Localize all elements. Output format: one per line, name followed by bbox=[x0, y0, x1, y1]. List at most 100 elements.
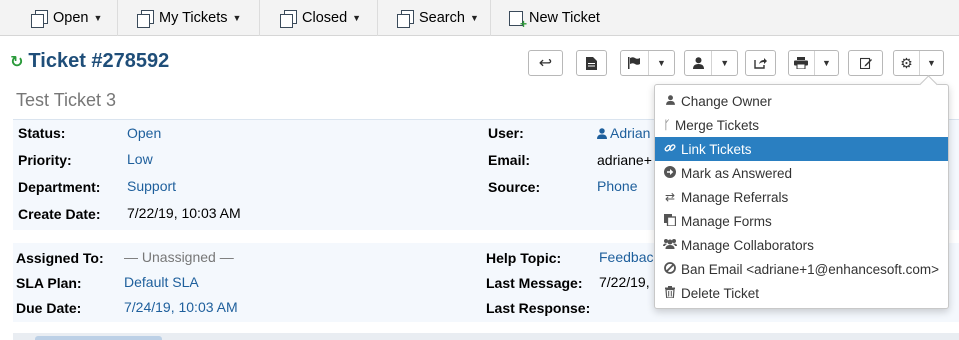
source-value[interactable]: Phone bbox=[597, 178, 637, 194]
menu-item-label: Merge Tickets bbox=[675, 117, 760, 133]
ticket-number[interactable]: Ticket #278592 bbox=[28, 50, 169, 73]
print-button[interactable]: ▼ bbox=[788, 50, 839, 76]
due-date-value[interactable]: 7/24/19, 10:03 AM bbox=[124, 299, 238, 315]
caret-down-icon: ▼ bbox=[232, 13, 242, 23]
menu-item-label: Manage Collaborators bbox=[681, 237, 814, 253]
nav-closed[interactable]: Closed ▼ bbox=[280, 0, 361, 36]
due-date-label: Due Date: bbox=[16, 300, 82, 316]
nav-divider bbox=[490, 0, 491, 36]
arrow-circle-icon bbox=[663, 165, 677, 181]
copies-icon bbox=[137, 10, 154, 28]
last-message-value: 7/22/19, bbox=[599, 274, 650, 290]
ticket-subject: Test Ticket 3 bbox=[16, 90, 117, 110]
flag-button[interactable]: ▼ bbox=[620, 50, 675, 76]
assigned-to-label: Assigned To: bbox=[16, 250, 104, 266]
trash-icon bbox=[663, 285, 677, 301]
source-label: Source: bbox=[488, 179, 541, 195]
nav-search[interactable]: Search ▼ bbox=[397, 0, 479, 36]
nav-new-ticket[interactable]: + New Ticket bbox=[509, 0, 600, 36]
menu-item-manage-forms[interactable]: Manage Forms bbox=[655, 209, 948, 233]
print-pdf-button[interactable] bbox=[576, 50, 607, 76]
last-message-label: Last Message: bbox=[486, 275, 583, 291]
flag-icon bbox=[621, 51, 648, 75]
document-icon bbox=[586, 56, 597, 70]
assigned-to-value[interactable]: — Unassigned — bbox=[124, 249, 234, 265]
nav-new-ticket-label: New Ticket bbox=[529, 10, 600, 26]
gear-icon: ⚙ bbox=[900, 54, 913, 71]
nav-my-tickets[interactable]: My Tickets ▼ bbox=[137, 0, 241, 36]
assign-button[interactable]: ▼ bbox=[684, 50, 738, 76]
more-actions-menu: Change Owner ᚴ Merge Tickets Link Ticket… bbox=[654, 84, 949, 309]
menu-item-change-owner[interactable]: Change Owner bbox=[655, 89, 948, 113]
email-label: Email: bbox=[488, 152, 531, 168]
status-value[interactable]: Open bbox=[127, 125, 161, 141]
thread-tab[interactable] bbox=[35, 336, 162, 340]
email-value: adriane+ bbox=[597, 152, 652, 168]
nav-divider bbox=[117, 0, 118, 36]
user-icon bbox=[685, 51, 711, 75]
department-value[interactable]: Support bbox=[127, 178, 176, 194]
menu-item-mark-answered[interactable]: Mark as Answered bbox=[655, 161, 948, 185]
menu-item-delete-ticket[interactable]: Delete Ticket bbox=[655, 281, 948, 305]
nav-search-label: Search bbox=[419, 10, 465, 26]
nav-open-label: Open bbox=[53, 10, 89, 26]
user-icon bbox=[597, 128, 607, 139]
exchange-icon: ⇄ bbox=[664, 190, 676, 204]
caret-down-icon: ▼ bbox=[918, 51, 943, 75]
menu-item-manage-referrals[interactable]: ⇄ Manage Referrals bbox=[655, 185, 948, 209]
user-name: Adrian bbox=[610, 125, 651, 141]
refresh-icon[interactable]: ↻ bbox=[10, 52, 23, 72]
help-topic-label: Help Topic: bbox=[486, 250, 562, 266]
menu-item-label: Delete Ticket bbox=[681, 285, 760, 301]
group-icon bbox=[663, 238, 677, 252]
forms-icon bbox=[663, 213, 677, 229]
priority-value[interactable]: Low bbox=[127, 151, 153, 167]
nav-divider bbox=[259, 0, 260, 36]
nav-divider bbox=[377, 0, 378, 36]
edit-icon bbox=[859, 57, 872, 69]
user-icon bbox=[663, 94, 677, 108]
menu-item-label: Manage Referrals bbox=[681, 189, 789, 205]
reply-icon: ↩ bbox=[538, 55, 553, 72]
more-actions-button[interactable]: ⚙ ▼ bbox=[893, 50, 944, 76]
menu-item-label: Mark as Answered bbox=[681, 165, 793, 181]
merge-icon: ᚴ bbox=[663, 118, 671, 132]
link-icon bbox=[663, 142, 677, 157]
caret-down-icon: ▼ bbox=[648, 51, 674, 75]
copies-icon bbox=[397, 10, 414, 28]
status-label: Status: bbox=[18, 125, 66, 141]
menu-item-label: Link Tickets bbox=[681, 141, 752, 157]
create-date-label: Create Date: bbox=[18, 206, 101, 222]
menu-item-manage-collaborators[interactable]: Manage Collaborators bbox=[655, 233, 948, 257]
caret-down-icon: ▼ bbox=[813, 51, 838, 75]
user-value[interactable]: Adrian bbox=[597, 125, 650, 141]
create-date-value: 7/22/19, 10:03 AM bbox=[127, 205, 241, 221]
menu-item-link-tickets[interactable]: Link Tickets bbox=[655, 137, 948, 161]
share-icon bbox=[754, 58, 767, 69]
priority-label: Priority: bbox=[18, 152, 72, 168]
caret-down-icon: ▼ bbox=[711, 51, 737, 75]
top-nav: Open ▼ My Tickets ▼ Closed ▼ Search ▼ + … bbox=[0, 0, 959, 36]
last-response-label: Last Response: bbox=[486, 300, 591, 316]
caret-down-icon: ▼ bbox=[352, 13, 362, 23]
copies-icon bbox=[31, 10, 48, 28]
edit-button[interactable] bbox=[848, 50, 883, 76]
print-icon bbox=[789, 51, 814, 75]
sla-plan-label: SLA Plan: bbox=[16, 275, 82, 291]
transfer-button[interactable] bbox=[745, 50, 776, 76]
menu-item-label: Ban Email <adriane+1@enhancesoft.com> bbox=[681, 261, 939, 277]
menu-item-ban-email[interactable]: Ban Email <adriane+1@enhancesoft.com> bbox=[655, 257, 948, 281]
menu-item-merge-tickets[interactable]: ᚴ Merge Tickets bbox=[655, 113, 948, 137]
nav-closed-label: Closed bbox=[302, 10, 348, 26]
new-ticket-icon: + bbox=[509, 10, 527, 30]
nav-open[interactable]: Open ▼ bbox=[31, 0, 102, 36]
nav-my-tickets-label: My Tickets bbox=[159, 10, 228, 26]
user-label: User: bbox=[488, 125, 524, 141]
sla-plan-value[interactable]: Default SLA bbox=[124, 274, 199, 290]
help-topic-value[interactable]: Feedbac bbox=[599, 249, 653, 265]
menu-item-label: Manage Forms bbox=[681, 213, 772, 229]
ban-icon bbox=[663, 261, 677, 277]
reply-button[interactable]: ↩ bbox=[528, 50, 563, 76]
menu-item-label: Change Owner bbox=[681, 93, 772, 109]
department-label: Department: bbox=[18, 179, 101, 195]
